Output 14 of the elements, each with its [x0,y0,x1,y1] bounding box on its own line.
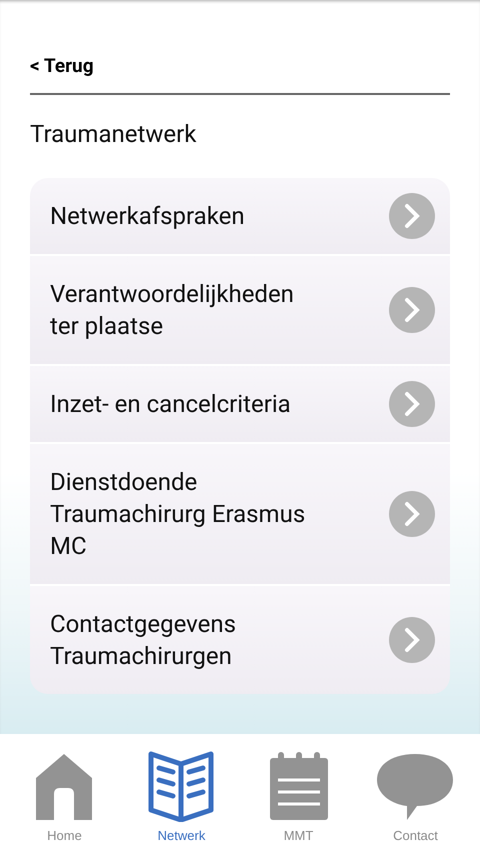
chevron-icon [389,617,435,663]
menu-item[interactable]: Inzet- en cancelcriteria [30,366,450,444]
menu-item[interactable]: Contactgegevens Traumachirurgen [30,586,450,694]
tab[interactable]: Netwerk [132,734,232,854]
chevron-icon [389,491,435,537]
menu-item[interactable]: Netwerkafspraken [30,178,450,256]
book-icon [146,750,216,822]
chevron-icon [389,287,435,333]
page-title: Traumanetwerk [30,120,198,148]
chevron-icon [389,381,435,427]
menu-item[interactable]: Verantwoordelijkheden ter plaatse [30,256,450,366]
chevron-icon [389,193,435,239]
back-link[interactable]: < Terug [30,54,94,77]
menu-item[interactable]: Dienstdoende Traumachirurg Erasmus MC [30,444,450,586]
